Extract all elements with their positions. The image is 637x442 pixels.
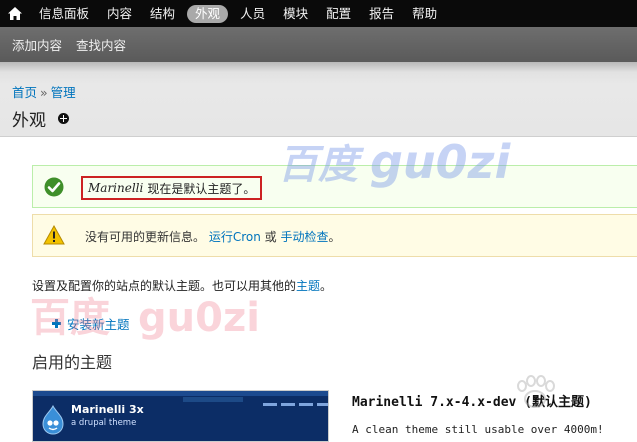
page-title: 外观: [12, 111, 46, 131]
watermark-middle: 百度 gu0zi: [30, 285, 260, 343]
breadcrumb-home-link[interactable]: 首页: [12, 85, 37, 100]
status-text: 现在是默认主题了。: [147, 181, 256, 196]
home-icon[interactable]: [0, 0, 30, 27]
theme-description: A clean theme still usable over 4000m!: [352, 423, 604, 436]
toolbar-item-help[interactable]: 帮助: [403, 0, 446, 27]
watermark-top-latin: gu0zi: [370, 135, 511, 189]
breadcrumb: 首页» 管理: [12, 82, 76, 101]
theme-name-italic: Marinelli: [88, 181, 144, 195]
screenshot-theme-title: Marinelli 3x: [71, 403, 144, 416]
highlighted-status-text: Marinelli 现在是默认主题了。: [81, 176, 263, 200]
theme-screenshot: Marinelli 3x a drupal theme: [32, 390, 329, 442]
toolbar-item-appearance[interactable]: 外观: [187, 4, 229, 23]
toolbar-item-content[interactable]: 内容: [98, 0, 141, 27]
drupal-drop-icon: [42, 405, 64, 435]
admin-toolbar: 信息面板 内容 结构 外观 人员 模块 配置 报告 帮助: [0, 0, 637, 27]
page-header: 首页» 管理 外观: [0, 62, 637, 137]
page-title-row: 外观: [12, 106, 69, 131]
paw-watermark-icon: [517, 375, 555, 408]
description-end: 。: [320, 279, 333, 293]
check-circle-icon: [44, 177, 64, 197]
warning-text: 没有可用的更新信息。 运行Cron 或 手动检查。: [85, 228, 341, 245]
run-cron-link[interactable]: 运行Cron: [209, 230, 261, 244]
screenshot-mini-nav: [263, 403, 328, 406]
shortcut-find-content[interactable]: 查找内容: [76, 35, 126, 54]
toolbar-item-dashboard[interactable]: 信息面板: [30, 0, 98, 27]
shortcut-add-content[interactable]: 添加内容: [12, 35, 62, 54]
manual-check-link[interactable]: 手动检查: [281, 230, 329, 244]
warning-text-1: 没有可用的更新信息。: [85, 230, 206, 244]
shortcuts-bar: 添加内容 查找内容: [0, 27, 637, 62]
plus-circle-icon[interactable]: [58, 113, 69, 124]
enabled-themes-heading: 启用的主题: [32, 353, 113, 372]
warning-triangle-icon: [43, 225, 65, 245]
warning-text-or: 或: [264, 230, 277, 244]
toolbar-item-reports[interactable]: 报告: [360, 0, 403, 27]
watermark-top-cjk: 百度: [278, 142, 358, 188]
breadcrumb-separator: »: [40, 85, 48, 100]
toolbar-item-people[interactable]: 人员: [231, 0, 274, 27]
mini-nav-bar: [263, 403, 277, 406]
toolbar-item-configuration[interactable]: 配置: [317, 0, 360, 27]
warning-text-end: 。: [328, 230, 341, 244]
toolbar-item-modules[interactable]: 模块: [274, 0, 317, 27]
toolbar-item-structure[interactable]: 结构: [141, 0, 184, 27]
warning-message: 没有可用的更新信息。 运行Cron 或 手动检查。: [32, 214, 637, 257]
watermark-mid-cjk: 百度: [30, 295, 110, 341]
themes-link[interactable]: 主题: [296, 279, 320, 293]
screenshot-theme-subtitle: a drupal theme: [71, 418, 137, 428]
screenshot-menu-strip: [183, 397, 243, 402]
mini-nav-bar: [317, 403, 328, 406]
mini-nav-bar: [281, 403, 295, 406]
screenshot-top-strip: [33, 391, 328, 396]
mini-nav-bar: [299, 403, 313, 406]
watermark-mid-latin: gu0zi: [138, 295, 260, 341]
watermark-top: 百度 gu0zi: [278, 132, 510, 190]
breadcrumb-admin-link[interactable]: 管理: [51, 85, 76, 100]
